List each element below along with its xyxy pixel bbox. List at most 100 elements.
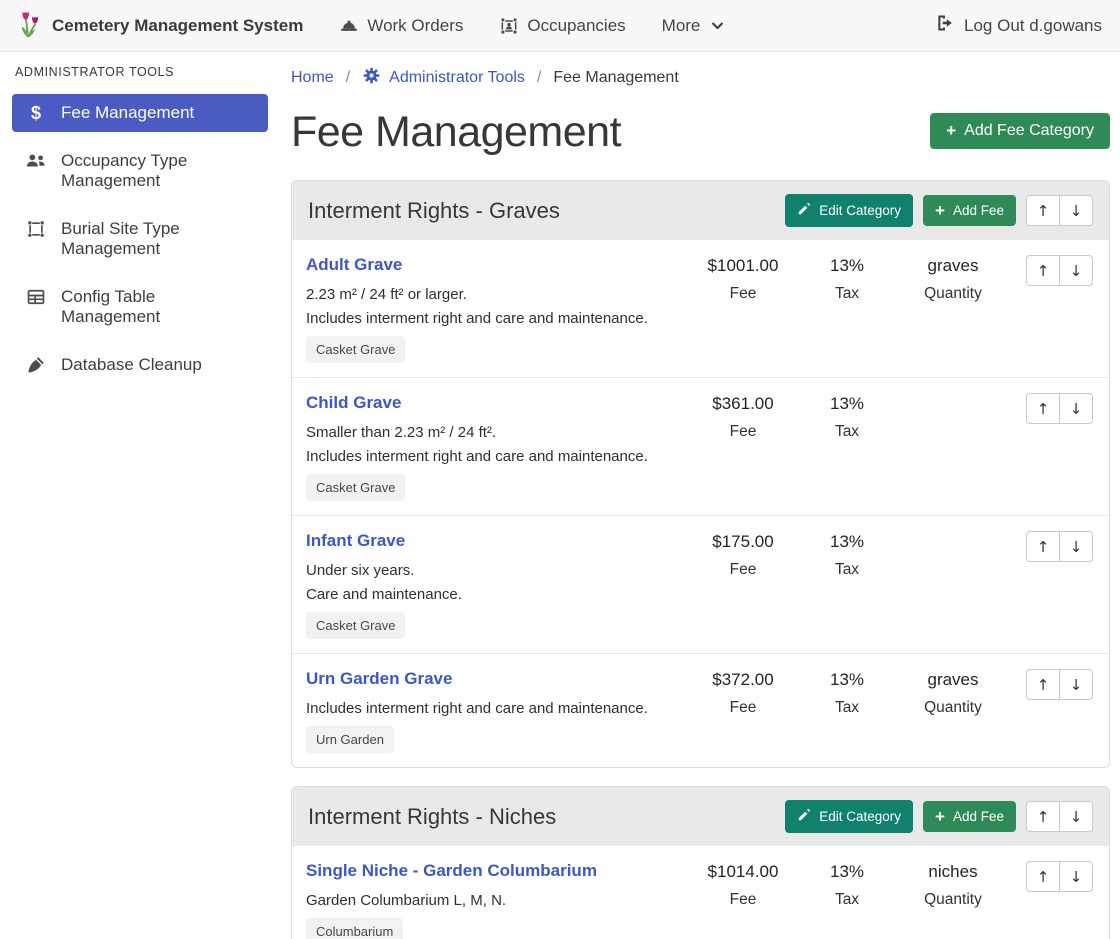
category-actions: Edit Category + Add Fee ↑ ↓ — [785, 800, 1093, 833]
logout-label: Log Out d.gowans — [964, 16, 1102, 36]
tax-cell: 13% Tax — [797, 255, 897, 303]
sidebar-item-database-cleanup[interactable]: Database Cleanup — [12, 346, 268, 384]
tax-value: 13% — [797, 256, 897, 276]
fee-name-link[interactable]: Single Niche - Garden Columbarium — [306, 861, 597, 881]
quantity-cell: graves Quantity — [897, 255, 1009, 303]
nav-occupancies[interactable]: Occupancies — [499, 16, 625, 36]
sidebar-item-fee-management[interactable]: $ Fee Management — [12, 94, 268, 132]
move-fee-down-button[interactable]: ↓ — [1059, 531, 1093, 562]
category-header: Interment Rights - Graves Edit Category … — [292, 181, 1109, 240]
arrow-up-icon: ↑ — [1037, 676, 1050, 694]
fee-type-badge: Urn Garden — [306, 726, 394, 753]
fee-amount-cell: $1001.00 Fee — [689, 255, 797, 303]
edit-category-label: Edit Category — [819, 203, 901, 218]
arrow-up-icon: ↑ — [1037, 262, 1050, 280]
nav-work-orders[interactable]: Work Orders — [339, 16, 463, 36]
app-brand[interactable]: Cemetery Management System — [18, 8, 303, 44]
sidebar-item-config-table-management[interactable]: Config Table Management — [12, 278, 268, 336]
nav-item-label: Occupancies — [527, 16, 625, 36]
tax-label: Tax — [797, 285, 897, 303]
add-fee-label: Add Fee — [953, 203, 1004, 218]
move-category-up-button[interactable]: ↑ — [1026, 801, 1060, 832]
fee-list: Adult Grave 2.23 m² / 24 ft² or larger. … — [292, 240, 1109, 767]
fee-description: Garden Columbarium L, M, N. — [306, 892, 679, 909]
arrow-down-icon: ↓ — [1070, 868, 1083, 886]
sidebar: ADMINISTRATOR TOOLS $ Fee Management Occ… — [0, 52, 280, 939]
category-actions: Edit Category + Add Fee ↑ ↓ — [785, 194, 1093, 227]
breadcrumb-home-link[interactable]: Home — [291, 69, 334, 87]
plus-icon: + — [935, 810, 945, 824]
fee-row-urn-garden-grave: Urn Garden Grave Includes interment righ… — [292, 653, 1109, 767]
fee-description-2: Includes interment right and care and ma… — [306, 310, 679, 327]
arrow-down-icon: ↓ — [1070, 676, 1083, 694]
fee-info: Child Grave Smaller than 2.23 m² / 24 ft… — [306, 393, 689, 501]
move-fee-down-button[interactable]: ↓ — [1059, 861, 1093, 892]
category-title: Interment Rights - Graves — [308, 198, 785, 224]
fee-amount-label: Fee — [689, 423, 797, 441]
people-icon — [24, 151, 48, 171]
pencil-icon — [797, 202, 811, 219]
page-header: Fee Management + Add Fee Category — [291, 106, 1110, 158]
move-fee-down-button[interactable]: ↓ — [1059, 255, 1093, 286]
move-fee-up-button[interactable]: ↑ — [1026, 393, 1060, 424]
quantity-cell — [897, 531, 1009, 532]
fee-name-link[interactable]: Infant Grave — [306, 531, 405, 551]
move-fee-up-button[interactable]: ↑ — [1026, 255, 1060, 286]
edit-category-button[interactable]: Edit Category — [785, 194, 913, 227]
tax-label: Tax — [797, 891, 897, 909]
fee-reorder-group: ↑ ↓ — [1015, 531, 1093, 562]
add-fee-button[interactable]: + Add Fee — [923, 195, 1016, 226]
fee-amount-cell: $1014.00 Fee — [689, 861, 797, 909]
category-reorder-group: ↑ ↓ — [1026, 195, 1093, 226]
tax-value: 13% — [797, 862, 897, 882]
sidebar-item-burial-site-type-management[interactable]: Burial Site Type Management — [12, 210, 268, 268]
move-fee-up-button[interactable]: ↑ — [1026, 861, 1060, 892]
arrow-down-icon: ↓ — [1070, 400, 1083, 418]
fee-category-card-graves: Interment Rights - Graves Edit Category … — [291, 180, 1110, 768]
add-fee-button[interactable]: + Add Fee — [923, 801, 1016, 832]
fee-description-2: Care and maintenance. — [306, 586, 679, 603]
quantity-value: graves — [897, 670, 1009, 690]
fee-description: Under six years. — [306, 562, 679, 579]
broom-icon — [24, 355, 48, 375]
sidebar-item-label: Occupancy Type Management — [61, 151, 256, 191]
fee-name-link[interactable]: Urn Garden Grave — [306, 669, 452, 689]
fee-amount-cell: $361.00 Fee — [689, 393, 797, 441]
fee-reorder-group: ↑ ↓ — [1015, 861, 1093, 892]
sidebar-section-header: ADMINISTRATOR TOOLS — [0, 65, 280, 79]
fee-list: Single Niche - Garden Columbarium Garden… — [292, 846, 1109, 939]
move-category-down-button[interactable]: ↓ — [1059, 195, 1093, 226]
nav-item-label: More — [662, 16, 701, 36]
fee-amount: $1001.00 — [689, 256, 797, 276]
move-category-down-button[interactable]: ↓ — [1059, 801, 1093, 832]
move-fee-down-button[interactable]: ↓ — [1059, 393, 1093, 424]
move-fee-down-button[interactable]: ↓ — [1059, 669, 1093, 700]
table-icon — [24, 287, 48, 307]
fee-row-child-grave: Child Grave Smaller than 2.23 m² / 24 ft… — [292, 377, 1109, 515]
pencil-icon — [797, 808, 811, 825]
arrow-down-icon: ↓ — [1070, 202, 1083, 220]
breadcrumb-separator: / — [537, 69, 541, 87]
gear-icon — [362, 66, 381, 90]
fee-info: Adult Grave 2.23 m² / 24 ft² or larger. … — [306, 255, 689, 363]
nav-more-menu[interactable]: More — [662, 16, 726, 36]
add-fee-category-button[interactable]: + Add Fee Category — [930, 113, 1110, 149]
move-fee-up-button[interactable]: ↑ — [1026, 531, 1060, 562]
fee-info: Infant Grave Under six years. Care and m… — [306, 531, 689, 639]
sidebar-item-label: Config Table Management — [61, 287, 256, 327]
tax-value: 13% — [797, 394, 897, 414]
fee-name-link[interactable]: Adult Grave — [306, 255, 402, 275]
quantity-label: Quantity — [897, 699, 1009, 717]
logout-button[interactable]: Log Out d.gowans — [935, 13, 1102, 38]
breadcrumb-admin-tools-link[interactable]: Administrator Tools — [362, 66, 525, 90]
fee-name-link[interactable]: Child Grave — [306, 393, 401, 413]
category-header: Interment Rights - Niches Edit Category … — [292, 787, 1109, 846]
move-fee-up-button[interactable]: ↑ — [1026, 669, 1060, 700]
fee-description: 2.23 m² / 24 ft² or larger. — [306, 286, 679, 303]
arrow-up-icon: ↑ — [1037, 808, 1050, 826]
quantity-cell: graves Quantity — [897, 669, 1009, 717]
plus-icon: + — [935, 204, 945, 218]
sidebar-item-occupancy-type-management[interactable]: Occupancy Type Management — [12, 142, 268, 200]
edit-category-button[interactable]: Edit Category — [785, 800, 913, 833]
move-category-up-button[interactable]: ↑ — [1026, 195, 1060, 226]
